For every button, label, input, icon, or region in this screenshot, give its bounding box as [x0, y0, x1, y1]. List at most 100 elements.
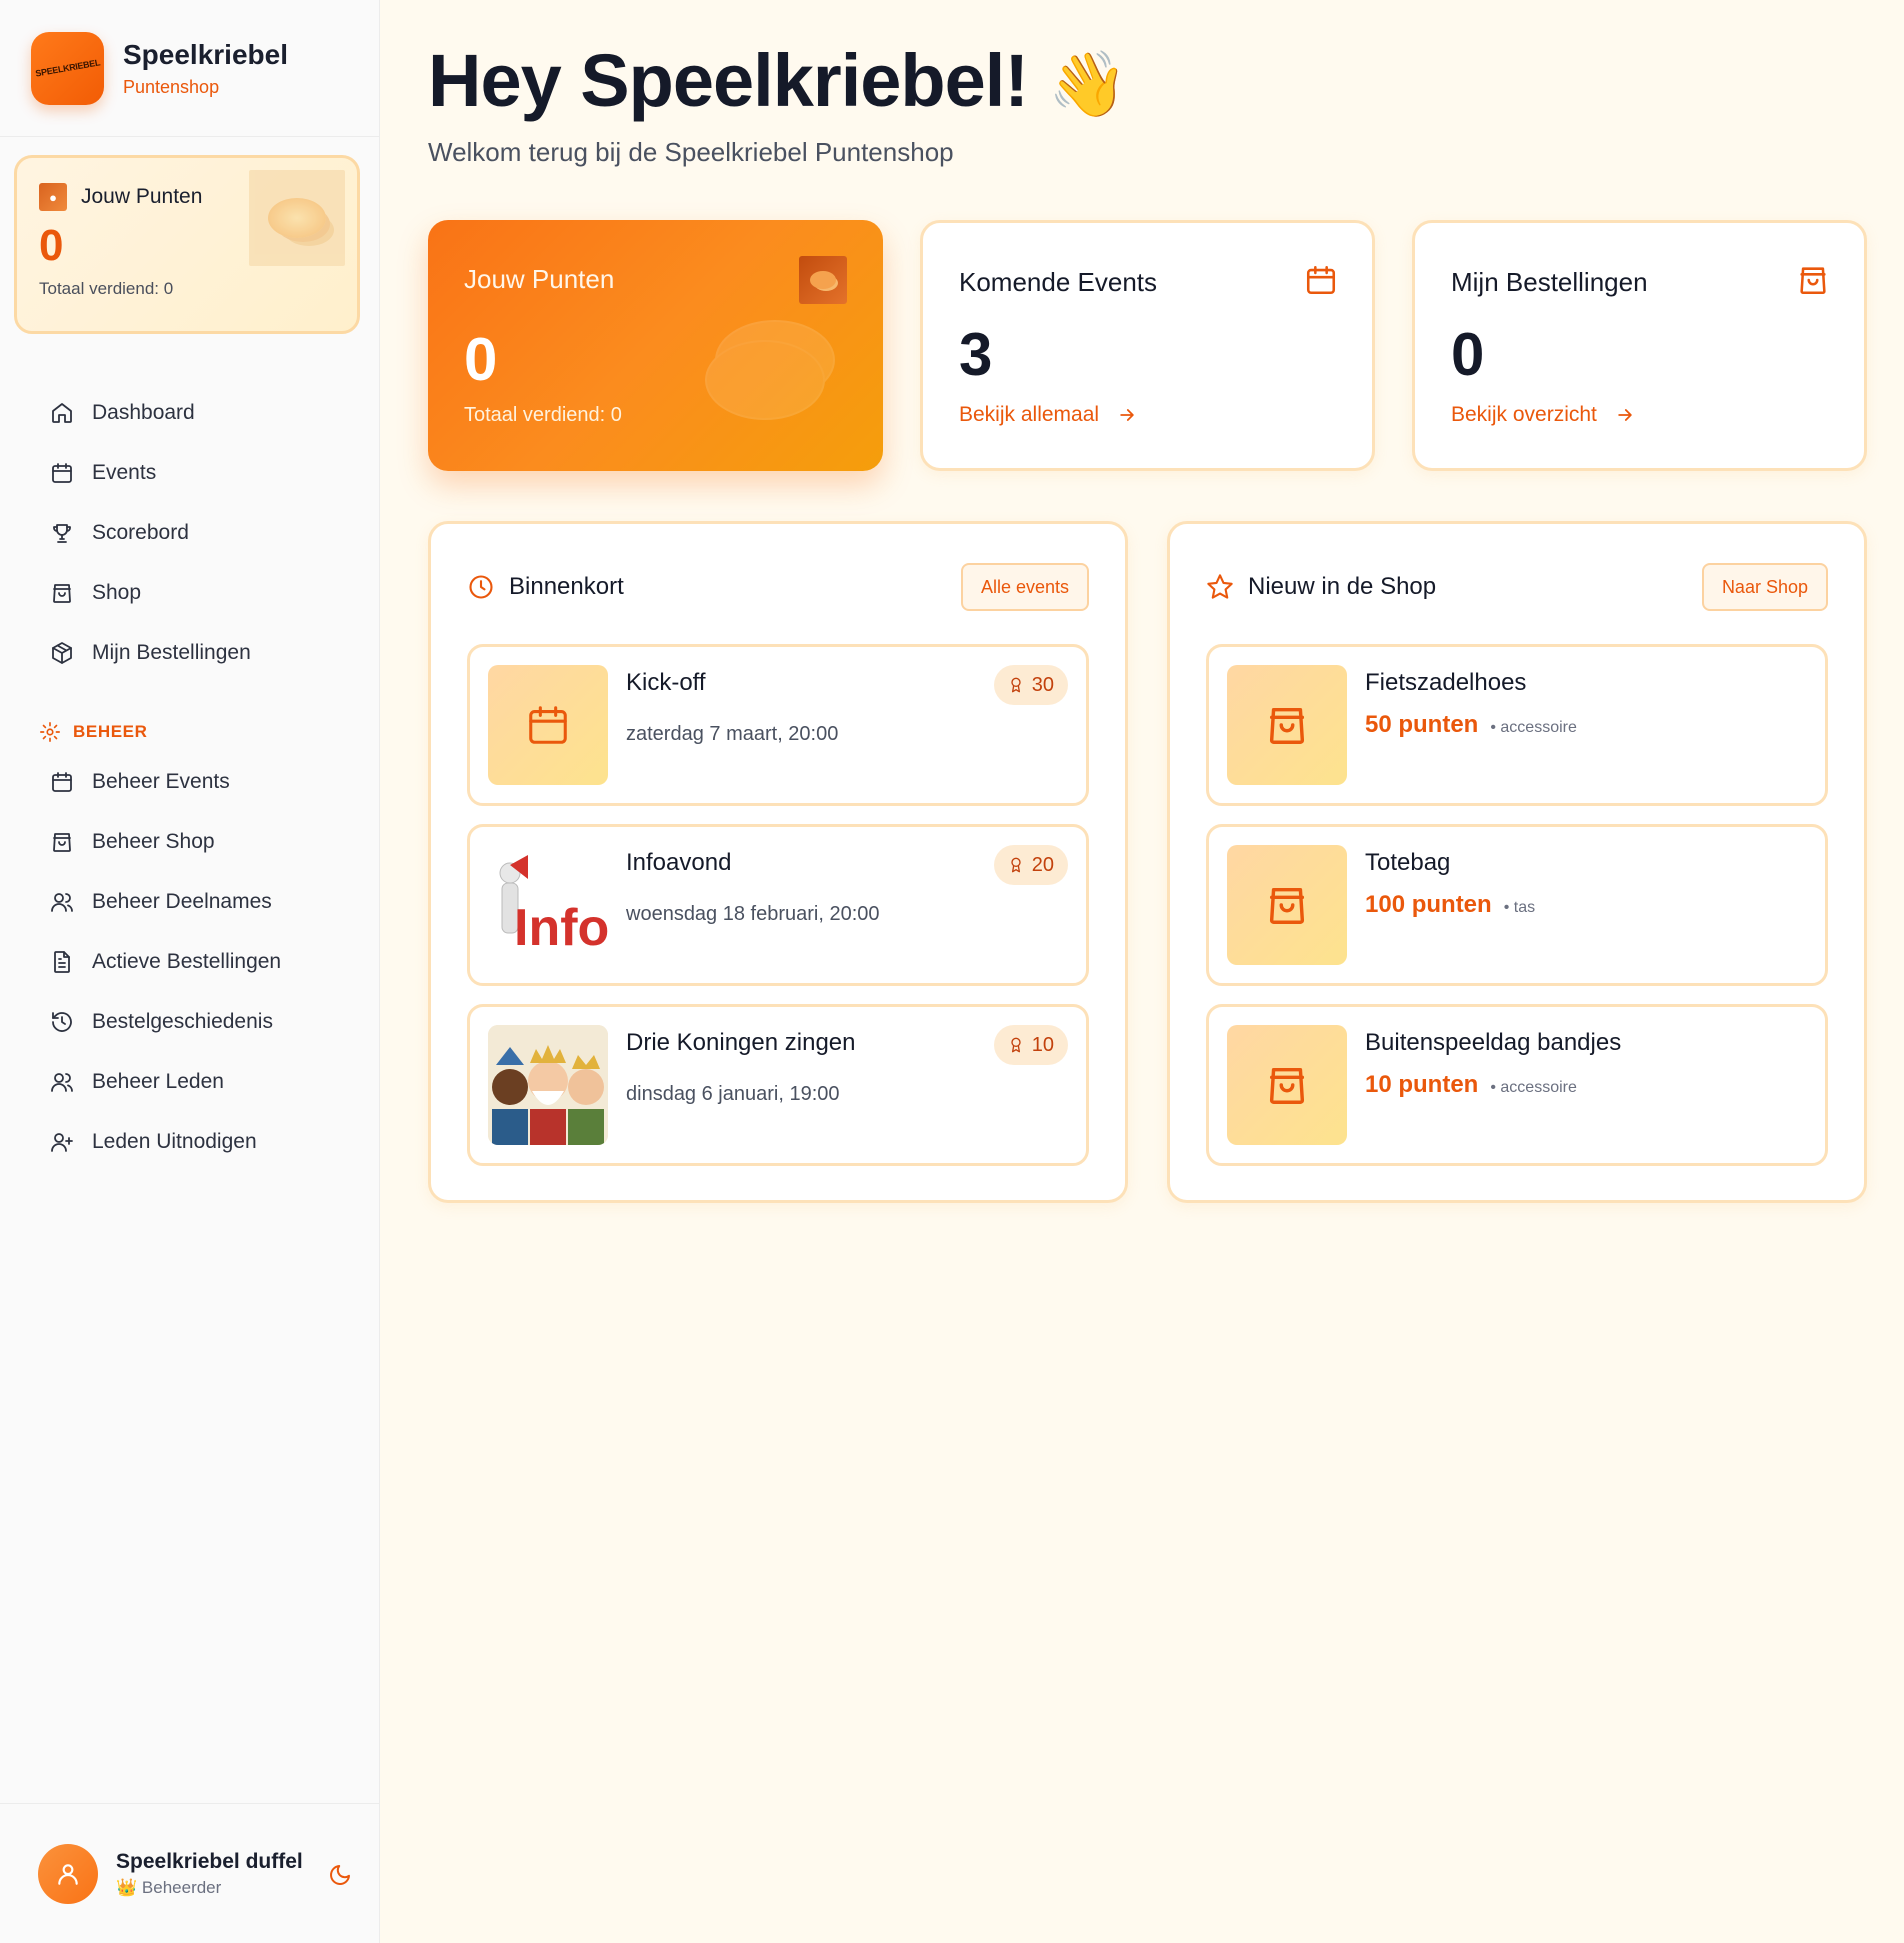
- brand-name: Speelkriebel: [123, 38, 288, 70]
- product-category: • accessoire: [1490, 1079, 1577, 1096]
- view-orders-label: Bekijk overzicht: [1451, 403, 1597, 426]
- brand-logo-text: SPEELKRIEBEL: [34, 57, 101, 79]
- orders-stat-card: Mijn Bestellingen 0 Bekijk overzicht: [1412, 220, 1867, 471]
- product-thumbnail: [1227, 1025, 1347, 1145]
- moon-icon[interactable]: [328, 1863, 352, 1887]
- nav-item-label: Shop: [92, 581, 142, 604]
- calendar-icon: [1306, 265, 1336, 295]
- product-price: 50 punten: [1365, 711, 1479, 738]
- avatar: [38, 1843, 98, 1904]
- product-category: • tas: [1503, 899, 1536, 916]
- award-icon: [1011, 857, 1021, 873]
- nav-item-leden-uitnodigen[interactable]: Leden Uitnodigen: [0, 1112, 380, 1172]
- nav-item-beheer-deelnames[interactable]: Beheer Deelnames: [0, 872, 380, 932]
- welcome-text: Welkom terug bij de Speelkriebel Puntens…: [428, 137, 954, 167]
- info-thumb-text: Info: [514, 899, 608, 957]
- nav-item-shop[interactable]: Shop: [0, 563, 380, 623]
- new-in-shop-panel: Nieuw in de Shop Naar Shop Fietszadelhoe…: [1167, 521, 1867, 1203]
- event-date: woensdag 18 februari, 20:00: [626, 903, 880, 925]
- shop-item-card[interactable]: Totebag 100 punten • tas: [1206, 824, 1828, 986]
- arrow-right-icon: [1120, 409, 1134, 421]
- nav-item-dashboard[interactable]: Dashboard: [0, 383, 380, 443]
- view-all-events-link[interactable]: Bekijk allemaal: [959, 403, 1336, 427]
- nav-item-label: Actieve Bestellingen: [92, 950, 282, 973]
- orders-stat-value: 0: [1451, 321, 1485, 388]
- nav-item-events[interactable]: Events: [0, 443, 380, 503]
- events-stat-title: Komende Events: [959, 267, 1158, 297]
- trophy-icon: [53, 524, 71, 543]
- nav-item-beheer-events[interactable]: Beheer Events: [0, 752, 380, 812]
- shopping-bag-icon: [53, 833, 71, 852]
- shopping-bag-icon: [1269, 707, 1305, 744]
- nav-item-label: Dashboard: [92, 401, 195, 424]
- upcoming-events-panel: Binnenkort Alle events Kick-off zaterdag…: [428, 521, 1128, 1203]
- go-to-shop-button[interactable]: Naar Shop: [1701, 563, 1828, 611]
- wave-icon: 👋: [1047, 48, 1128, 120]
- info-illustration-icon: Info: [499, 855, 608, 957]
- users-icon: [51, 1073, 73, 1092]
- sidebar: SPEELKRIEBEL Speelkriebel Puntenshop ● J…: [0, 0, 380, 1943]
- event-thumbnail: [488, 665, 608, 785]
- upcoming-panel-title: Binnenkort: [509, 573, 624, 600]
- shopping-bag-icon: [1269, 1067, 1305, 1104]
- event-name: Kick-off: [626, 669, 706, 696]
- nav-item-label: Beheer Shop: [92, 830, 215, 853]
- user-name: Speelkriebel duffel: [116, 1849, 303, 1873]
- events-stat-value: 3: [959, 321, 993, 388]
- nav-item-actieve-bestellingen[interactable]: Actieve Bestellingen: [0, 932, 380, 992]
- product-price: 100 punten: [1365, 891, 1492, 918]
- nav-item-beheer-leden[interactable]: Beheer Leden: [0, 1052, 380, 1112]
- product-price: 10 punten: [1365, 1071, 1479, 1098]
- view-orders-link[interactable]: Bekijk overzicht: [1451, 403, 1828, 427]
- event-card[interactable]: Drie Koningen zingen dinsdag 6 januari, …: [467, 1004, 1089, 1166]
- award-icon: [1011, 1037, 1021, 1053]
- calendar-icon: [52, 463, 72, 483]
- three-kings-illustration-icon: [488, 1025, 608, 1145]
- all-events-button[interactable]: Alle events: [960, 563, 1089, 611]
- shopping-bag-icon: [1800, 267, 1826, 295]
- shop-item-card[interactable]: Fietszadelhoes 50 punten • accessoire: [1206, 644, 1828, 806]
- calendar-icon: [52, 772, 72, 792]
- product-thumbnail: [1227, 845, 1347, 965]
- event-name: Infoavond: [626, 849, 732, 876]
- event-card[interactable]: Info Infoavond woensdag 18 februari, 20:…: [467, 824, 1089, 986]
- user-plus-icon: [51, 1133, 73, 1152]
- event-card[interactable]: Kick-off zaterdag 7 maart, 20:00 30: [467, 644, 1089, 806]
- award-icon: [1011, 677, 1021, 693]
- clock-icon: [469, 575, 493, 599]
- brand[interactable]: SPEELKRIEBEL Speelkriebel Puntenshop: [0, 0, 379, 137]
- crown-icon: 👑: [116, 1877, 138, 1897]
- calendar-icon: [529, 706, 567, 744]
- points-badge-value: 10: [1031, 1033, 1054, 1056]
- view-all-events-label: Bekijk allemaal: [959, 403, 1100, 426]
- user-icon: [58, 1863, 78, 1885]
- coin-icon: [799, 256, 847, 304]
- user-role-label: Beheerder: [141, 1877, 222, 1897]
- points-badge: 30: [993, 665, 1068, 705]
- orders-stat-title: Mijn Bestellingen: [1451, 267, 1648, 297]
- brand-subtitle: Puntenshop: [123, 76, 220, 97]
- event-image: Info: [488, 845, 608, 965]
- package-icon: [52, 642, 72, 664]
- main-content: Hey Speelkriebel! 👋 Welkom terug bij de S…: [381, 0, 1904, 1943]
- nav-item-mijn-bestellingen[interactable]: Mijn Bestellingen: [0, 623, 380, 683]
- user-profile[interactable]: Speelkriebel duffel 👑 Beheerder: [0, 1803, 380, 1943]
- nav-section-beheer: BEHEER: [0, 712, 380, 752]
- shop-item-card[interactable]: Buitenspeeldag bandjes 10 punten • acces…: [1206, 1004, 1828, 1166]
- nav-item-label: Events: [92, 461, 157, 484]
- events-stat-card: Komende Events 3 Bekijk allemaal: [920, 220, 1375, 471]
- coin-icon: ●: [39, 183, 67, 211]
- points-stat-card: Jouw Punten 0 Totaal verdiend: 0: [428, 220, 883, 471]
- nav-item-scorebord[interactable]: Scorebord: [0, 503, 380, 563]
- nav-item-bestelgeschiedenis[interactable]: Bestelgeschiedenis: [0, 992, 380, 1052]
- nav-item-label: Bestelgeschiedenis: [92, 1010, 273, 1033]
- coin-image: [249, 170, 345, 266]
- file-text-icon: [54, 951, 70, 973]
- product-name: Buitenspeeldag bandjes: [1365, 1029, 1622, 1056]
- main-nav: Dashboard Events Scorebord Shop Mijn Bes…: [0, 383, 380, 1172]
- event-date: zaterdag 7 maart, 20:00: [626, 723, 839, 745]
- nav-item-beheer-shop[interactable]: Beheer Shop: [0, 812, 380, 872]
- star-icon: [1207, 574, 1233, 599]
- product-name: Fietszadelhoes: [1365, 669, 1527, 696]
- home-icon: [52, 403, 72, 423]
